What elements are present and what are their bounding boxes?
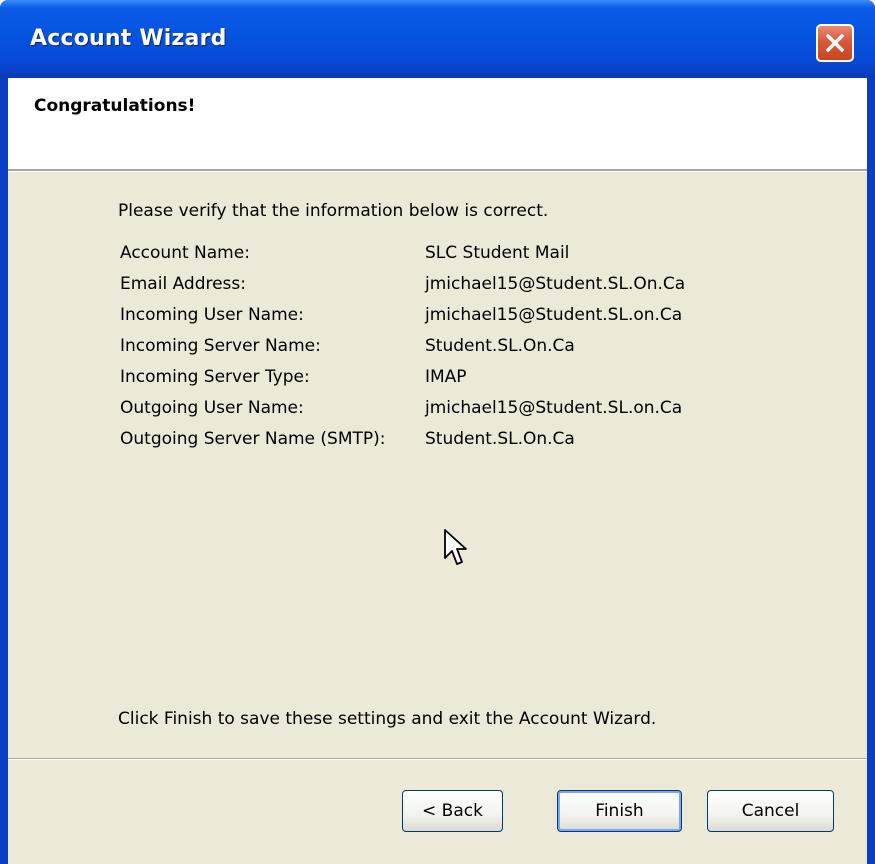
close-button[interactable] (816, 24, 854, 62)
info-value: jmichael15@Student.SL.On.Ca (425, 274, 686, 294)
wizard-body: Congratulations! Please verify that the … (8, 78, 867, 864)
info-value: IMAP (425, 367, 467, 387)
cancel-button[interactable]: Cancel (707, 790, 834, 832)
info-label: Account Name: (120, 243, 250, 263)
info-label: Incoming Server Type: (120, 367, 310, 387)
title-bar[interactable]: Account Wizard (0, 0, 875, 78)
mouse-pointer-icon (444, 529, 467, 565)
footer-divider (8, 758, 867, 760)
account-wizard-window: Account Wizard Congratulations! Please v… (0, 0, 875, 864)
wizard-header: Congratulations! (8, 78, 867, 169)
info-label: Incoming User Name: (120, 305, 304, 325)
intro-text: Please verify that the information below… (118, 201, 549, 221)
finish-instruction-text: Click Finish to save these settings and … (118, 709, 657, 729)
info-value: jmichael15@Student.SL.on.Ca (425, 398, 683, 418)
back-button[interactable]: < Back (402, 790, 503, 832)
info-value: jmichael15@Student.SL.on.Ca (425, 305, 683, 325)
info-value: SLC Student Mail (425, 243, 570, 263)
info-label: Incoming Server Name: (120, 336, 321, 356)
info-label: Outgoing Server Name (SMTP): (120, 429, 386, 449)
finish-button[interactable]: Finish (557, 790, 682, 832)
info-label: Email Address: (120, 274, 246, 294)
info-value: Student.SL.On.Ca (425, 429, 575, 449)
page-title: Congratulations! (34, 96, 196, 116)
close-icon (826, 34, 844, 52)
info-label: Outgoing User Name: (120, 398, 304, 418)
window-title: Account Wizard (30, 26, 227, 51)
info-value: Student.SL.On.Ca (425, 336, 575, 356)
header-divider (8, 169, 867, 172)
